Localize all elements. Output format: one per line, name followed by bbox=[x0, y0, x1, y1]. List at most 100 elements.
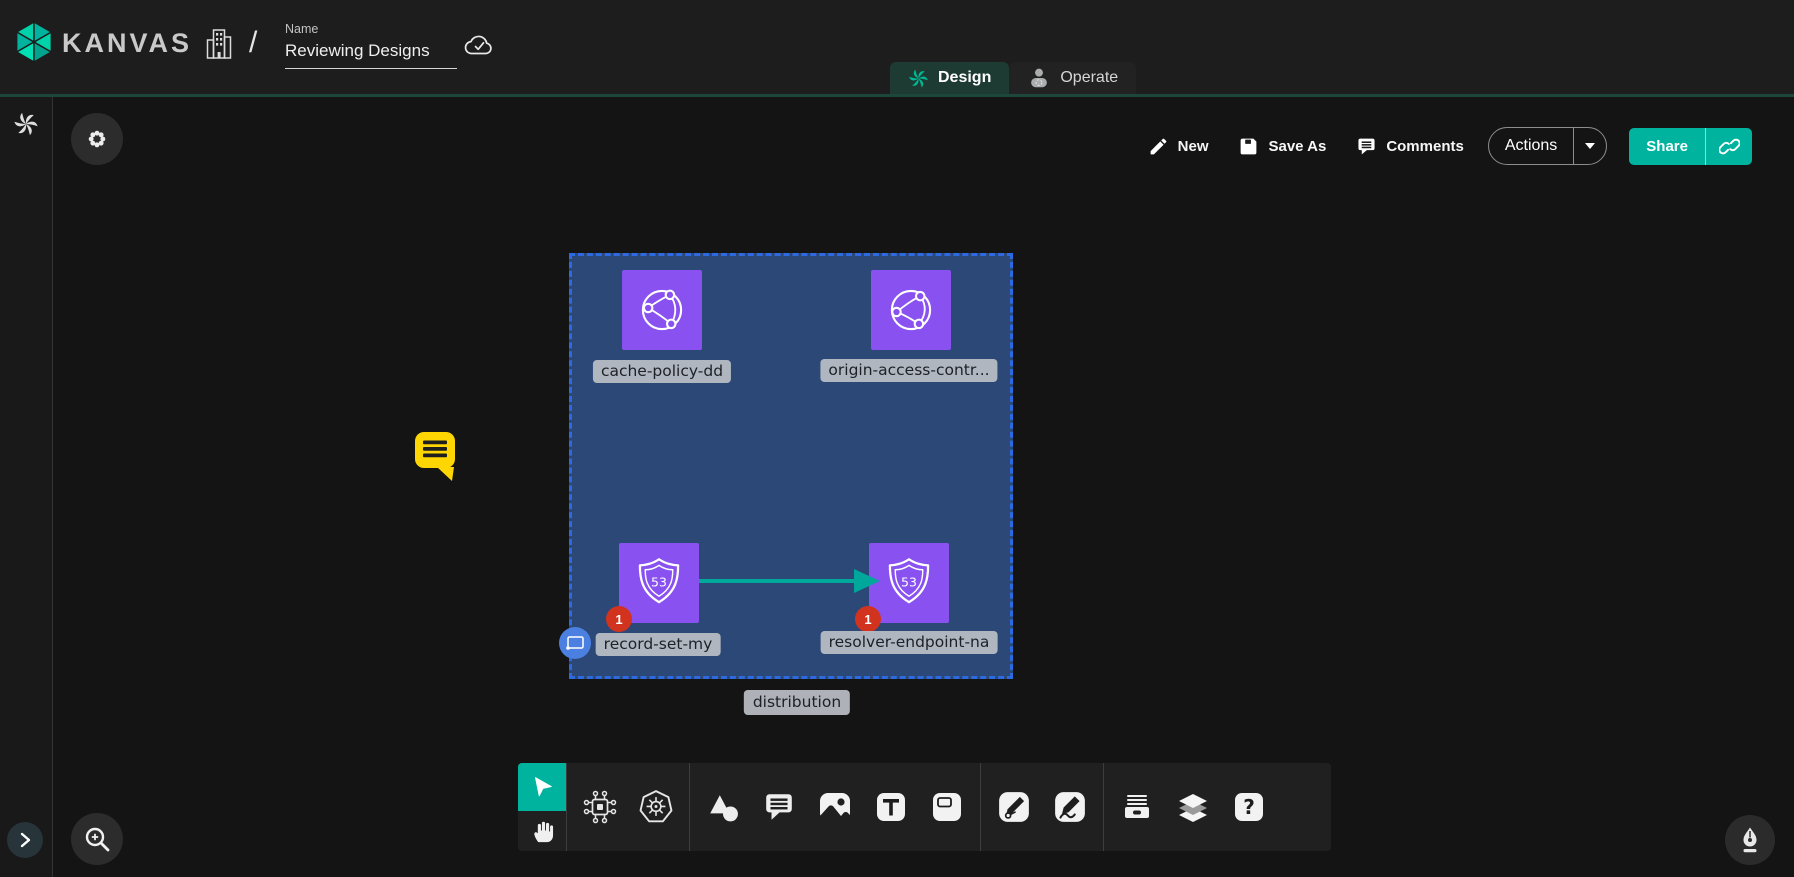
copy-link-button[interactable] bbox=[1706, 128, 1752, 165]
pen-nib-button[interactable] bbox=[1725, 815, 1775, 865]
edge-arrow[interactable] bbox=[696, 561, 884, 601]
comments-label: Comments bbox=[1386, 138, 1464, 155]
resolver-endpoint-badge: 1 bbox=[855, 606, 881, 632]
canvas-comment-pin[interactable] bbox=[413, 430, 459, 487]
image-icon bbox=[817, 790, 853, 824]
breadcrumb-slash: / bbox=[249, 26, 257, 60]
globe-network-icon bbox=[633, 281, 691, 339]
select-tool[interactable] bbox=[518, 763, 566, 811]
utility-tools-group: ? bbox=[1104, 763, 1282, 851]
new-button[interactable]: New bbox=[1148, 136, 1209, 157]
drawer-icon bbox=[1120, 790, 1154, 824]
design-swirl-icon bbox=[908, 68, 929, 89]
sidebar-expand-button[interactable] bbox=[7, 822, 43, 858]
actions-caret-button[interactable] bbox=[1574, 128, 1606, 164]
cursor-icon bbox=[529, 774, 555, 800]
node-label-record-set: record-set-my bbox=[596, 633, 721, 656]
tab-design-label: Design bbox=[938, 69, 991, 87]
kubernetes-wheel-icon bbox=[638, 789, 674, 825]
cloud-saved-icon bbox=[462, 32, 498, 65]
infra-tools-group bbox=[567, 763, 689, 851]
new-label: New bbox=[1178, 138, 1209, 155]
selection-group-distribution[interactable]: 53 53 1 1 cache-policy-dd origin-access-… bbox=[569, 253, 1013, 679]
mode-tabs: Design Operate bbox=[890, 62, 1136, 94]
organization-icon[interactable] bbox=[205, 26, 233, 69]
drawer-tool[interactable] bbox=[1109, 763, 1165, 851]
text-icon bbox=[875, 791, 907, 823]
design-canvas[interactable]: New Save As Comments bbox=[54, 97, 1794, 877]
kubernetes-components-tool[interactable] bbox=[628, 763, 684, 851]
svg-text:53: 53 bbox=[651, 574, 667, 589]
chevron-right-icon bbox=[15, 830, 35, 850]
pan-tool[interactable] bbox=[518, 811, 566, 851]
kanvas-app: KANVAS / Name bbox=[0, 0, 1794, 877]
canvas-action-bar: New Save As Comments bbox=[1148, 127, 1752, 165]
globe-network-icon bbox=[882, 281, 940, 339]
design-name-field: Name bbox=[285, 22, 457, 69]
route53-shield-icon: 53 bbox=[880, 554, 938, 612]
pointer-tools bbox=[518, 763, 566, 851]
bottom-toolbar: ? bbox=[518, 763, 1331, 851]
tab-operate-label: Operate bbox=[1060, 69, 1118, 87]
freehand-draw-tool[interactable] bbox=[1042, 763, 1098, 851]
share-label: Share bbox=[1629, 128, 1705, 165]
mesh-components-tool[interactable] bbox=[572, 763, 628, 851]
group-label[interactable]: distribution bbox=[744, 690, 850, 715]
pen-tool-icon bbox=[997, 790, 1031, 824]
header-divider bbox=[0, 94, 1794, 97]
share-button[interactable]: Share bbox=[1629, 128, 1752, 165]
group-handle[interactable] bbox=[559, 627, 591, 659]
help-tool[interactable]: ? bbox=[1221, 763, 1277, 851]
help-icon: ? bbox=[1233, 791, 1265, 823]
route53-shield-icon: 53 bbox=[630, 554, 688, 612]
operate-person-icon bbox=[1027, 66, 1051, 90]
node-label-cache-policy: cache-policy-dd bbox=[593, 360, 731, 383]
node-origin-access-control[interactable] bbox=[871, 270, 951, 350]
pencil-icon bbox=[1148, 136, 1169, 157]
snowflake-icon bbox=[84, 126, 110, 152]
comment-tool[interactable] bbox=[751, 763, 807, 851]
node-label-origin-access-control: origin-access-contr... bbox=[820, 359, 997, 382]
layers-icon bbox=[1175, 789, 1211, 825]
text-tool[interactable] bbox=[863, 763, 919, 851]
top-header: KANVAS / Name bbox=[0, 0, 1794, 94]
svg-text:53: 53 bbox=[901, 574, 917, 589]
node-record-set[interactable]: 53 bbox=[619, 543, 699, 623]
node-cache-policy[interactable] bbox=[622, 270, 702, 350]
shapes-icon bbox=[707, 791, 739, 823]
image-tool[interactable] bbox=[807, 763, 863, 851]
shapes-tool[interactable] bbox=[695, 763, 751, 851]
meshery-swirl-icon[interactable] bbox=[13, 111, 39, 142]
comments-button[interactable]: Comments bbox=[1356, 136, 1464, 157]
caret-down-icon bbox=[1584, 142, 1596, 150]
svg-text:?: ? bbox=[1243, 795, 1255, 819]
kanvas-logo-icon bbox=[12, 19, 56, 70]
design-name-input[interactable] bbox=[285, 38, 457, 69]
comment-icon bbox=[1356, 136, 1377, 157]
mesh-chip-icon bbox=[582, 789, 618, 825]
node-label-resolver-endpoint: resolver-endpoint-na bbox=[821, 631, 998, 654]
comment-icon bbox=[763, 791, 795, 823]
zoom-in-button[interactable] bbox=[71, 813, 123, 865]
card-icon bbox=[931, 791, 963, 823]
card-tool[interactable] bbox=[919, 763, 975, 851]
save-as-button[interactable]: Save As bbox=[1238, 136, 1326, 157]
tab-operate[interactable]: Operate bbox=[1009, 62, 1136, 94]
save-icon bbox=[1238, 136, 1259, 157]
name-field-label: Name bbox=[285, 22, 457, 36]
brand-name: KANVAS bbox=[62, 28, 192, 59]
zoom-in-icon bbox=[82, 824, 112, 854]
hand-icon bbox=[529, 818, 555, 844]
pen-nib-icon bbox=[1735, 825, 1765, 855]
annotation-tools-group bbox=[690, 763, 980, 851]
pen-path-tool[interactable] bbox=[986, 763, 1042, 851]
tab-design[interactable]: Design bbox=[890, 62, 1009, 94]
record-set-badge: 1 bbox=[606, 606, 632, 632]
layers-tool[interactable] bbox=[1165, 763, 1221, 851]
rectangle-handle-icon bbox=[564, 634, 586, 652]
actions-button[interactable]: Actions bbox=[1488, 127, 1607, 165]
snowflake-button[interactable] bbox=[71, 113, 123, 165]
save-as-label: Save As bbox=[1268, 138, 1326, 155]
link-icon bbox=[1719, 136, 1740, 157]
left-sidebar bbox=[0, 97, 53, 877]
